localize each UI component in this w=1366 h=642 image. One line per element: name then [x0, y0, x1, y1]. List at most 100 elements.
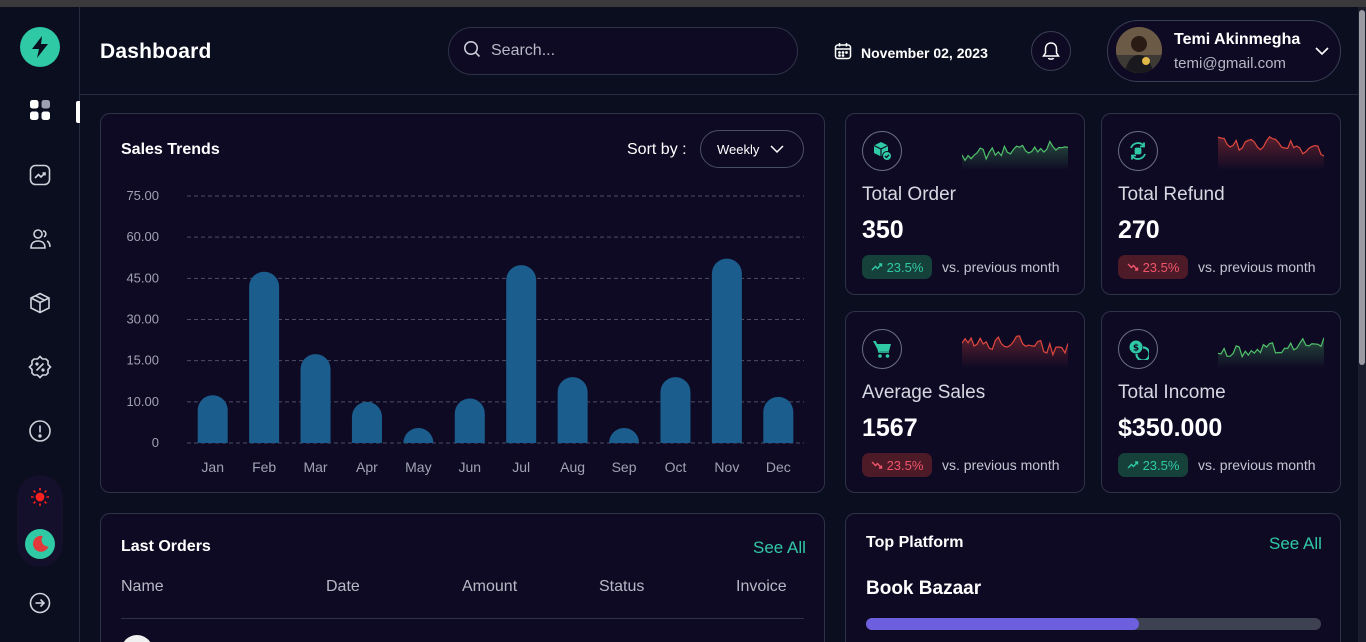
x-tick-label: Nov	[714, 459, 739, 475]
stat-label: Average Sales	[862, 382, 986, 403]
active-indicator	[76, 101, 80, 123]
info-alert-icon[interactable]	[26, 417, 54, 445]
bar-may	[403, 428, 434, 443]
moon-icon[interactable]	[25, 529, 55, 559]
platform-progress-bar	[866, 618, 1321, 630]
x-tick-label: Mar	[303, 459, 327, 475]
discount-badge-icon[interactable]	[26, 353, 54, 381]
sun-icon[interactable]	[28, 485, 52, 509]
search-input[interactable]	[491, 42, 771, 60]
dashboard-grid-icon[interactable]	[26, 96, 54, 124]
y-tick-label: 75.00	[126, 188, 159, 203]
users-icon[interactable]	[26, 225, 54, 253]
user-profile-menu[interactable]: Temi Akinmegha temi@gmail.com	[1107, 20, 1341, 82]
y-tick-label: 10.00	[126, 394, 159, 409]
top-platform-card: Top Platform See All Book Bazaar	[845, 513, 1341, 642]
change-value: 23.5%	[1142, 457, 1180, 473]
stat-label: Total Income	[1118, 382, 1226, 403]
x-tick-label: Jun	[459, 459, 482, 475]
y-tick-label: 15.00	[126, 353, 159, 368]
x-tick-label: Feb	[252, 459, 276, 475]
trend-down-icon	[1127, 260, 1139, 275]
coins-icon: $	[1118, 329, 1158, 369]
last-orders-title: Last Orders	[121, 538, 211, 555]
header: Dashboard November 02, 2023 Temi Akinmeg…	[80, 7, 1366, 95]
top-platform-title: Top Platform	[866, 534, 964, 551]
bar-nov	[711, 258, 742, 443]
x-tick-label: Oct	[665, 459, 687, 475]
y-tick-label: 30.00	[126, 312, 159, 327]
stat-card-total-income: $ Total Income $350.000 23.5% vs. previo…	[1101, 311, 1341, 493]
progress-fill	[866, 618, 1139, 630]
change-value: 23.5%	[1142, 259, 1180, 275]
logout-arrow-icon[interactable]	[26, 589, 54, 617]
sparkline	[1218, 337, 1324, 368]
avatar	[1116, 27, 1162, 73]
stat-value: 270	[1118, 216, 1160, 244]
search-icon	[463, 40, 481, 63]
bar-jan	[197, 395, 228, 443]
stat-value: 1567	[862, 414, 918, 442]
last-orders-card: Last Orders See All Name Date Amount Sta…	[100, 513, 825, 642]
sidebar	[0, 7, 80, 642]
calendar-icon	[834, 42, 852, 63]
bar-jun	[454, 398, 485, 443]
box-icon[interactable]	[26, 289, 54, 317]
stat-label: Total Refund	[1118, 184, 1225, 205]
logo-bolt-icon[interactable]	[20, 27, 60, 67]
package-check-icon	[862, 131, 902, 171]
stat-card-total-order: Total Order 350 23.5% vs. previous month	[845, 113, 1085, 295]
column-header-amount: Amount	[462, 578, 518, 595]
bar-apr	[351, 401, 382, 443]
sparkline	[962, 335, 1068, 368]
chevron-down-icon[interactable]	[1314, 43, 1330, 64]
platform-name: Book Bazaar	[866, 578, 982, 599]
x-tick-label: Apr	[356, 459, 378, 475]
x-tick-label: Jul	[512, 459, 530, 475]
date-display: November 02, 2023	[834, 42, 988, 63]
column-header-status: Status	[599, 578, 645, 595]
change-badge: 23.5%	[862, 255, 932, 279]
change-badge: 23.5%	[1118, 255, 1188, 279]
trend-up-icon	[1127, 458, 1139, 473]
date-text: November 02, 2023	[861, 44, 988, 61]
sparkline	[1218, 135, 1324, 170]
x-tick-label: Jan	[201, 459, 224, 475]
page-scrollbar[interactable]	[1358, 7, 1366, 642]
change-value: 23.5%	[886, 259, 924, 275]
sparkline	[962, 140, 1068, 170]
theme-toggle[interactable]	[17, 475, 63, 567]
column-header-name: Name	[121, 578, 164, 595]
svg-text:$: $	[1133, 344, 1139, 354]
search-bar[interactable]	[448, 27, 798, 75]
shopping-cart-icon	[862, 329, 902, 369]
x-tick-label: May	[405, 459, 431, 475]
trend-chart-icon[interactable]	[26, 161, 54, 189]
comparison-text: vs. previous month	[942, 259, 1060, 275]
sales-bar-chart: 75.00 60.00 45.00 30.00 15.00 10.00 0 Jan Feb Mar…	[126, 188, 804, 475]
y-tick-label: 45.00	[126, 270, 159, 285]
column-header-date: Date	[326, 578, 360, 595]
page-title: Dashboard	[100, 40, 212, 63]
change-badge: 23.5%	[862, 453, 932, 477]
bar-dec	[763, 396, 794, 443]
stat-card-total-refund: Total Refund 270 23.5% vs. previous mont…	[1101, 113, 1341, 295]
notification-bell-icon[interactable]	[1031, 31, 1071, 71]
scrollbar-thumb[interactable]	[1359, 10, 1365, 365]
bar-oct	[660, 377, 691, 443]
orders-see-all-link[interactable]: See All	[753, 538, 806, 558]
platform-see-all-link[interactable]: See All	[1269, 534, 1322, 554]
bar-feb	[249, 271, 280, 443]
x-tick-label: Sep	[612, 459, 637, 475]
stat-card-average-sales: Average Sales 1567 23.5% vs. previous mo…	[845, 311, 1085, 493]
trend-down-icon	[871, 458, 883, 473]
bar-mar	[300, 354, 331, 443]
x-tick-label: Aug	[560, 459, 585, 475]
avatar	[121, 635, 153, 642]
y-tick-label: 0	[152, 435, 159, 450]
change-value: 23.5%	[886, 457, 924, 473]
user-email: temi@gmail.com	[1174, 55, 1286, 72]
sparkline-area	[1218, 136, 1324, 170]
trend-up-icon	[871, 260, 883, 275]
y-tick-label: 60.00	[126, 229, 159, 244]
